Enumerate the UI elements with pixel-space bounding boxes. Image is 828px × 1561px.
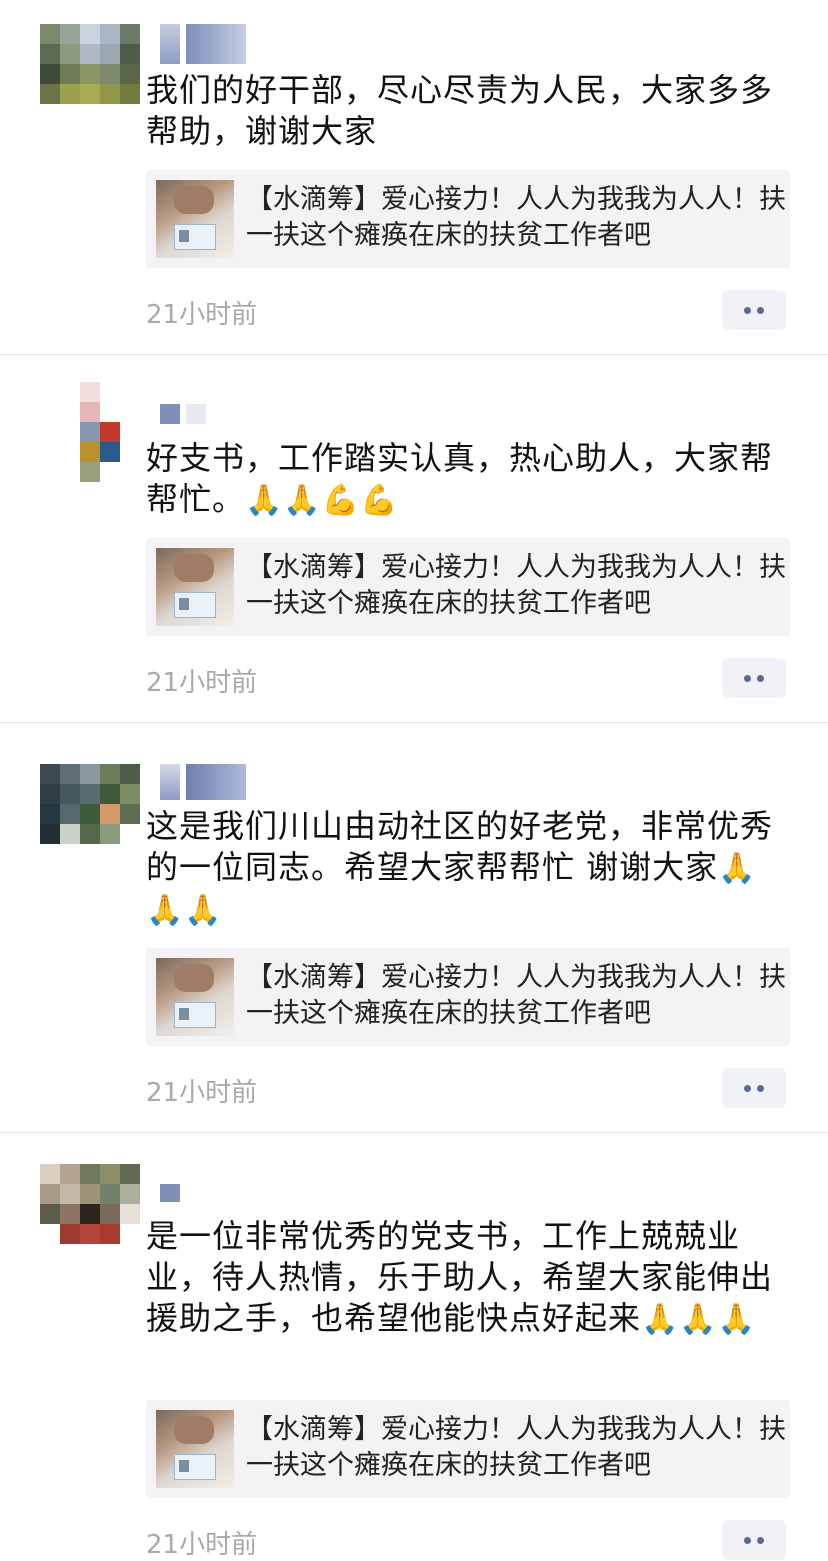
- timestamp: 21小时前: [146, 1078, 258, 1108]
- shared-link-card[interactable]: 【水滴筹】爱心接力！人人为我我为人人！扶一扶这个瘫痪在床的扶贫工作者吧: [146, 170, 790, 268]
- link-title: 【水滴筹】爱心接力！人人为我我为人人！扶一扶这个瘫痪在床的扶贫工作者吧: [246, 184, 786, 251]
- more-button[interactable]: [722, 1068, 786, 1108]
- link-title: 【水滴筹】爱心接力！人人为我我为人人！扶一扶这个瘫痪在床的扶贫工作者吧: [246, 1414, 786, 1481]
- username[interactable]: [160, 1184, 180, 1202]
- dot-icon: [757, 674, 764, 682]
- comment-text: 这是我们川山由动社区的好老党，非常优秀的一位同志。希望大家帮帮忙 谢谢大家🙏🙏🙏: [146, 807, 774, 928]
- shared-link-card[interactable]: 【水滴筹】爱心接力！人人为我我为人人！扶一扶这个瘫痪在床的扶贫工作者吧: [146, 538, 790, 636]
- dot-icon: [744, 1536, 751, 1544]
- comment-text: 我们的好干部，尽心尽责为人民，大家多多帮助，谢谢大家: [146, 71, 774, 150]
- divider: [0, 354, 828, 355]
- username[interactable]: [160, 404, 206, 424]
- username[interactable]: [160, 24, 246, 64]
- avatar[interactable]: [40, 1164, 140, 1244]
- avatar[interactable]: [80, 382, 120, 482]
- avatar[interactable]: [40, 764, 140, 844]
- avatar[interactable]: [40, 24, 140, 104]
- timestamp: 21小时前: [146, 300, 258, 330]
- divider: [0, 722, 828, 723]
- link-title: 【水滴筹】爱心接力！人人为我我为人人！扶一扶这个瘫痪在床的扶贫工作者吧: [246, 962, 786, 1029]
- dot-icon: [757, 1536, 764, 1544]
- comment-text: 是一位非常优秀的党支书，工作上兢兢业业，待人热情，乐于助人，希望大家能伸出援助之…: [146, 1217, 774, 1337]
- link-title: 【水滴筹】爱心接力！人人为我我为人人！扶一扶这个瘫痪在床的扶贫工作者吧: [246, 552, 786, 619]
- dot-icon: [757, 1084, 764, 1092]
- shared-link-card[interactable]: 【水滴筹】爱心接力！人人为我我为人人！扶一扶这个瘫痪在床的扶贫工作者吧: [146, 1400, 790, 1498]
- timestamp: 21小时前: [146, 1530, 258, 1560]
- dot-icon: [744, 674, 751, 682]
- link-thumbnail: [156, 180, 234, 258]
- comment-text: 好支书，工作踏实认真，热心助人，大家帮帮忙。🙏🙏💪💪: [146, 439, 774, 518]
- shared-link-card[interactable]: 【水滴筹】爱心接力！人人为我我为人人！扶一扶这个瘫痪在床的扶贫工作者吧: [146, 948, 790, 1046]
- more-button[interactable]: [722, 658, 786, 698]
- more-button[interactable]: [722, 1520, 786, 1560]
- timestamp: 21小时前: [146, 668, 258, 698]
- dot-icon: [744, 1084, 751, 1092]
- link-thumbnail: [156, 1410, 234, 1488]
- emoji: 🙏🙏🙏: [641, 1302, 757, 1337]
- link-thumbnail: [156, 548, 234, 626]
- link-thumbnail: [156, 958, 234, 1036]
- username[interactable]: [160, 764, 246, 800]
- dot-icon: [757, 306, 764, 314]
- dot-icon: [744, 306, 751, 314]
- divider: [0, 1132, 828, 1133]
- emoji: 🙏🙏💪💪: [245, 483, 399, 518]
- more-button[interactable]: [722, 290, 786, 330]
